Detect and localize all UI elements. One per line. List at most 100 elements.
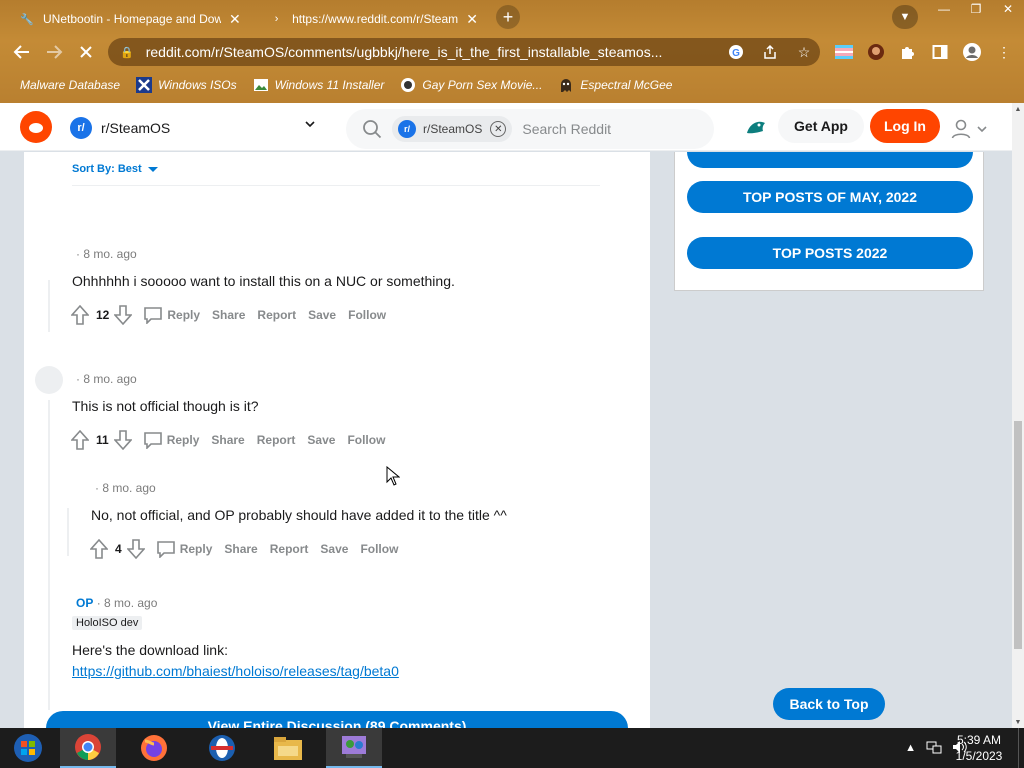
- share-button[interactable]: Share: [212, 308, 245, 322]
- clear-scope-icon[interactable]: ✕: [490, 121, 507, 137]
- close-tab-icon[interactable]: ✕: [229, 11, 241, 28]
- address-bar[interactable]: 🔒 reddit.com/r/SteamOS/comments/ugbbkj/h…: [108, 38, 820, 66]
- search-bar[interactable]: r/ r/SteamOS ✕ Search Reddit: [346, 109, 714, 149]
- advertise-snoo-icon[interactable]: [744, 115, 768, 139]
- page-scrollbar[interactable]: ▲ ▼: [1012, 103, 1024, 728]
- share-button[interactable]: Share: [224, 542, 257, 556]
- side-panel-icon[interactable]: [930, 42, 950, 62]
- share-button[interactable]: Share: [211, 433, 244, 447]
- bookmark-gay-porn-sex-movie[interactable]: Gay Porn Sex Movie...: [400, 77, 542, 93]
- firefox-taskbar-button[interactable]: [126, 728, 182, 768]
- show-hidden-icons-chevron-icon[interactable]: ▲: [905, 742, 916, 754]
- bookmark-windows-isos[interactable]: Windows ISOs: [136, 77, 237, 93]
- user-menu-button[interactable]: [950, 117, 990, 141]
- downvote-arrow-icon[interactable]: [113, 430, 133, 450]
- thread-line[interactable]: [67, 508, 69, 556]
- start-orb-icon: [14, 734, 42, 762]
- follow-button[interactable]: Follow: [348, 308, 386, 322]
- save-button[interactable]: Save: [307, 433, 335, 447]
- account-avatar-icon[interactable]: [962, 42, 982, 62]
- chrome-taskbar-button[interactable]: [60, 728, 116, 768]
- report-button[interactable]: Report: [270, 542, 309, 556]
- downvote-arrow-icon[interactable]: [126, 539, 146, 559]
- tab-search-chevron-icon[interactable]: ▼: [892, 5, 918, 29]
- scrollbar-thumb[interactable]: [1014, 421, 1022, 649]
- bookmark-windows-11-installer[interactable]: Windows 11 Installer: [253, 77, 384, 93]
- follow-button[interactable]: Follow: [360, 542, 398, 556]
- close-tab-icon[interactable]: ✕: [466, 11, 478, 28]
- scroll-down-arrow-icon[interactable]: ▼: [1012, 716, 1024, 728]
- stop-loading-icon[interactable]: [74, 40, 98, 64]
- close-window-button[interactable]: ✕: [992, 0, 1024, 20]
- downvote-arrow-icon[interactable]: [113, 305, 133, 325]
- follow-button[interactable]: Follow: [347, 433, 385, 447]
- opera-gx-icon: [209, 735, 235, 761]
- start-button[interactable]: [0, 728, 56, 768]
- reply-button[interactable]: Reply: [143, 431, 199, 449]
- file-explorer-taskbar-button[interactable]: [260, 728, 316, 768]
- chrome-icon: [75, 734, 101, 760]
- restore-button[interactable]: ❐: [960, 0, 992, 20]
- minimize-button[interactable]: —: [928, 0, 960, 20]
- comment-bubble-icon: [156, 541, 175, 558]
- reply-button[interactable]: Reply: [143, 306, 200, 324]
- back-arrow-icon[interactable]: [10, 40, 34, 64]
- site-favicon-icon: [400, 77, 416, 93]
- browser-toolbar: 🔒 reddit.com/r/SteamOS/comments/ugbbkj/h…: [0, 36, 1024, 68]
- sort-by-dropdown[interactable]: Sort By: Best: [72, 163, 158, 175]
- get-app-button[interactable]: Get App: [778, 109, 864, 143]
- profile-extension-icon[interactable]: [866, 42, 886, 62]
- bookmark-malware-database[interactable]: Malware Database: [20, 78, 120, 92]
- report-button[interactable]: Report: [257, 308, 296, 322]
- reply-button[interactable]: Reply: [156, 540, 213, 558]
- search-scope-chip[interactable]: r/ r/SteamOS ✕: [392, 116, 513, 142]
- sort-by-label: Sort By: Best: [72, 163, 142, 175]
- vote-score: 11: [96, 433, 109, 447]
- extensions-puzzle-icon[interactable]: [898, 42, 918, 62]
- search-scope-label: r/SteamOS: [423, 122, 483, 136]
- network-app-taskbar-button[interactable]: [326, 728, 382, 768]
- flag-extension-icon[interactable]: [834, 42, 854, 62]
- tab-reddit[interactable]: › https://www.reddit.com/r/Steam ✕: [262, 4, 486, 34]
- tab-unetbootin[interactable]: 🔧 UNetbootin - Homepage and Dow ✕: [12, 4, 256, 34]
- firefox-icon: [141, 735, 167, 761]
- top-posts-may-2022-button[interactable]: TOP POSTS OF MAY, 2022: [687, 181, 973, 213]
- network-icon[interactable]: [926, 740, 942, 757]
- save-button[interactable]: Save: [320, 542, 348, 556]
- thread-line[interactable]: [48, 400, 50, 710]
- google-lens-icon[interactable]: G: [726, 41, 746, 63]
- system-clock[interactable]: 5:39 AM 1/5/2023: [944, 732, 1014, 764]
- share-icon[interactable]: [760, 41, 780, 63]
- window-controls: — ❐ ✕: [928, 0, 1024, 20]
- back-to-top-button[interactable]: Back to Top: [773, 688, 885, 720]
- vote-score: 12: [96, 308, 110, 322]
- show-desktop-button[interactable]: [1018, 728, 1024, 768]
- top-posts-hidden-button[interactable]: [687, 152, 973, 168]
- bookmark-star-icon[interactable]: ☆: [794, 41, 814, 63]
- reddit-logo-icon[interactable]: [20, 111, 52, 143]
- reply-label: Reply: [179, 542, 213, 556]
- scroll-up-arrow-icon[interactable]: ▲: [1012, 103, 1024, 115]
- opera-taskbar-button[interactable]: [194, 728, 250, 768]
- reddit-header: r/ r/SteamOS r/ r/SteamOS ✕ Search Reddi…: [0, 103, 1012, 151]
- thread-line[interactable]: [48, 280, 50, 332]
- bookmarks-bar: Malware Database Windows ISOs Windows 11…: [0, 72, 1024, 98]
- subreddit-dropdown[interactable]: r/ r/SteamOS: [70, 113, 326, 143]
- avatar[interactable]: [35, 366, 63, 394]
- svg-text:G: G: [732, 48, 740, 59]
- url-text[interactable]: reddit.com/r/SteamOS/comments/ugbbkj/her…: [146, 44, 720, 60]
- log-in-button[interactable]: Log In: [870, 109, 940, 143]
- upvote-arrow-icon[interactable]: [70, 430, 90, 450]
- download-link[interactable]: https://github.com/bhaiest/holoiso/relea…: [72, 663, 399, 679]
- upvote-arrow-icon[interactable]: [89, 539, 109, 559]
- view-entire-discussion-button[interactable]: View Entire Discussion (89 Comments): [46, 711, 628, 728]
- bookmark-espectral-mcgee[interactable]: Espectral McGee: [558, 77, 672, 93]
- save-button[interactable]: Save: [308, 308, 336, 322]
- new-tab-button[interactable]: +: [496, 5, 520, 29]
- top-posts-2022-button[interactable]: TOP POSTS 2022: [687, 237, 973, 269]
- search-input[interactable]: Search Reddit: [522, 121, 611, 137]
- report-button[interactable]: Report: [257, 433, 296, 447]
- upvote-arrow-icon[interactable]: [70, 305, 90, 325]
- chrome-menu-icon[interactable]: ⋮: [994, 42, 1014, 62]
- forward-arrow-icon[interactable]: [42, 40, 66, 64]
